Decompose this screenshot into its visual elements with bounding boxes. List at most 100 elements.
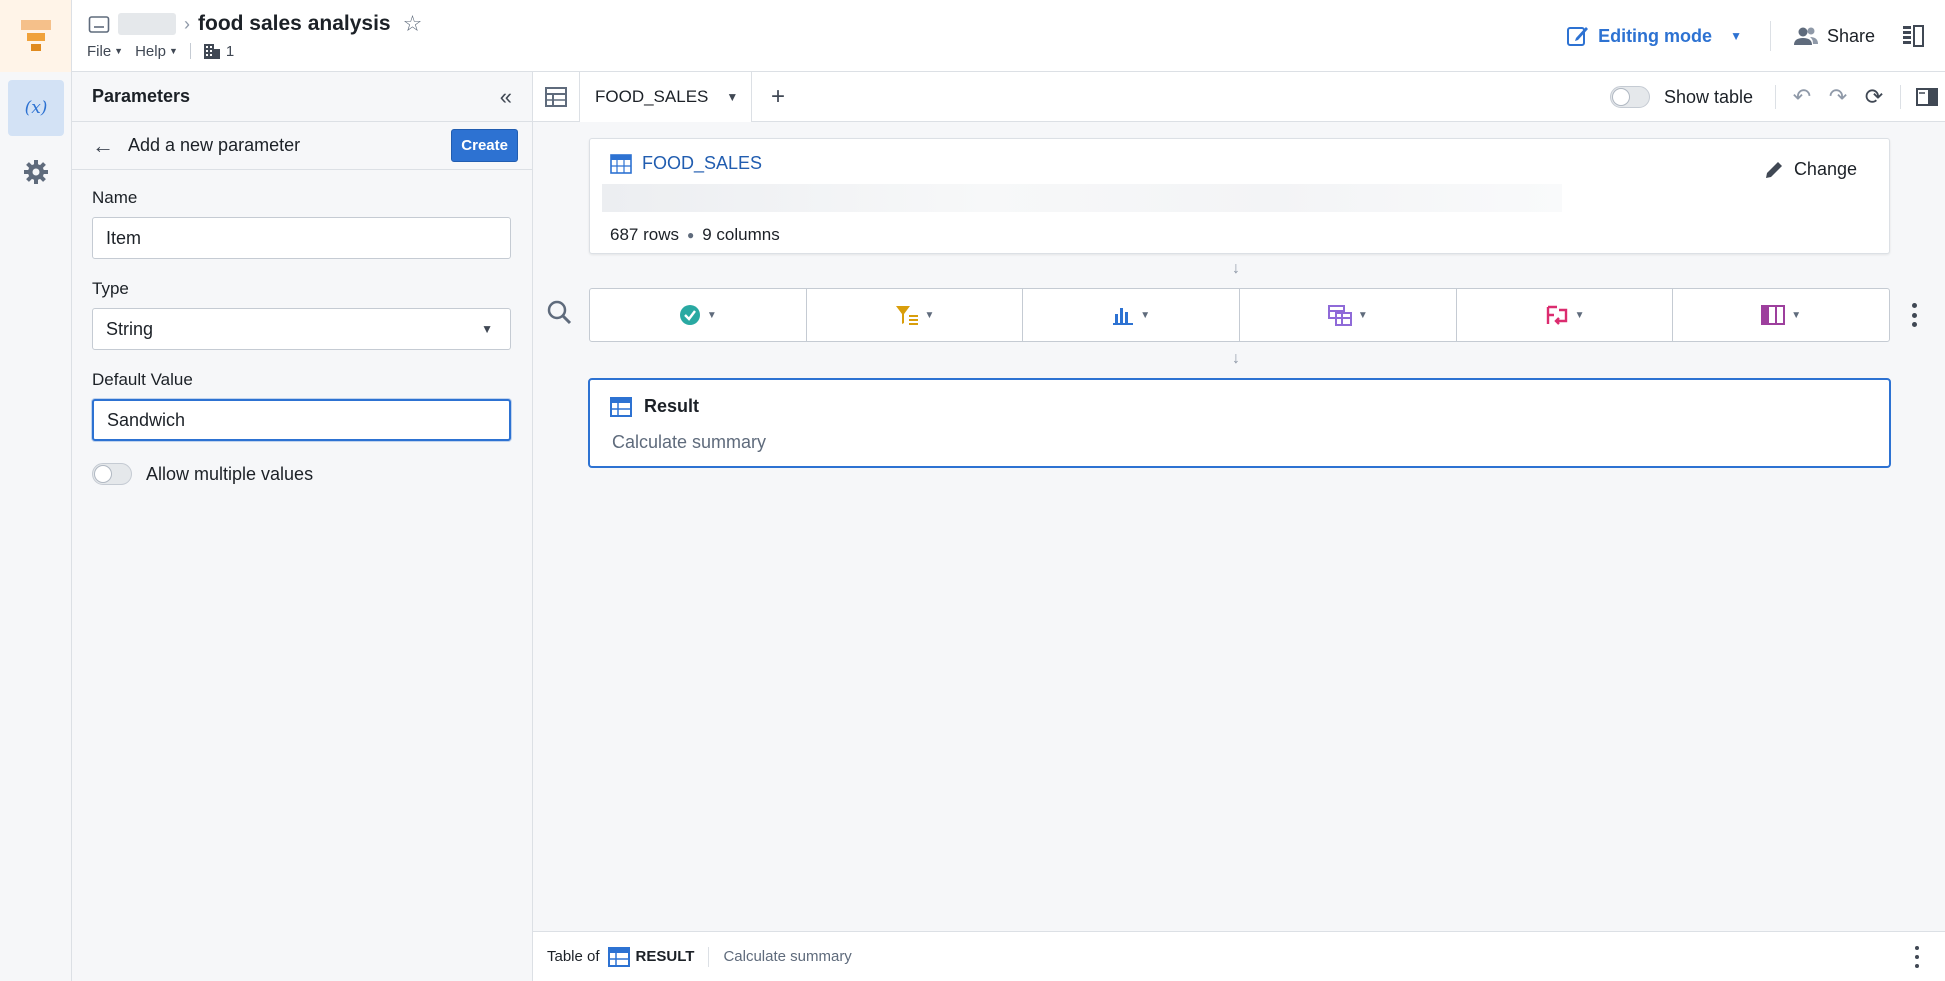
- left-nav-rail: (x): [0, 72, 72, 981]
- double-chevron-left-icon[interactable]: «: [500, 84, 512, 110]
- parameter-form: Name Item Type String ▼ Default Value Sa…: [72, 188, 532, 485]
- change-dataset-button[interactable]: Change: [1764, 159, 1857, 180]
- source-dataset-name: FOOD_SALES: [642, 153, 763, 173]
- caret-down-icon: ▼: [1730, 29, 1742, 43]
- result-table-icon: [607, 946, 630, 967]
- editing-mode-label: Editing mode: [1598, 25, 1713, 46]
- source-dataset-card[interactable]: FOOD_SALES 687 rows ● 9 columns Change: [589, 138, 1890, 254]
- arrow-down-icon: ↓: [1232, 260, 1240, 277]
- file-menu[interactable]: File ▼: [87, 43, 123, 60]
- caret-down-icon: ▼: [1140, 309, 1151, 321]
- name-input-value: Item: [106, 227, 142, 248]
- dataset-table-icon: [610, 153, 632, 174]
- header-actions: Editing mode ▼ Share: [1546, 0, 1945, 72]
- allow-multiple-toggle[interactable]: [92, 463, 132, 485]
- default-value-label: Default Value: [92, 370, 193, 389]
- validate-operation[interactable]: ▼: [590, 289, 807, 341]
- type-select-value: String: [106, 318, 154, 339]
- type-select[interactable]: String ▼: [92, 308, 511, 350]
- column-count: 9 columns: [702, 225, 780, 244]
- result-title: Result: [610, 396, 699, 417]
- arrow-left-icon[interactable]: ←: [92, 133, 114, 159]
- separator-dot: ●: [686, 228, 695, 242]
- search-icon[interactable]: [545, 298, 573, 326]
- allow-multiple-label: Allow multiple values: [146, 463, 314, 484]
- show-table-toggle[interactable]: [1609, 86, 1650, 108]
- project-folder-icon[interactable]: [88, 14, 110, 34]
- join-icon: [1546, 305, 1567, 325]
- help-menu[interactable]: Help ▼: [135, 43, 178, 60]
- columns-operation[interactable]: ▼: [1673, 289, 1889, 341]
- app-header: › food sales analysis ☆ File ▼ Help ▼ 1 …: [0, 0, 1945, 72]
- join-operation[interactable]: ▼: [1457, 289, 1674, 341]
- caret-down-icon: ▼: [1791, 309, 1802, 321]
- redacted-folder-name[interactable]: [118, 13, 176, 35]
- chart-operation[interactable]: ▼: [1023, 289, 1241, 341]
- redacted-dataset-path: [602, 184, 1562, 212]
- caret-down-icon: ▼: [114, 46, 124, 56]
- right-panel-icon[interactable]: [1909, 79, 1945, 115]
- result-subtitle: Calculate summary: [612, 432, 767, 452]
- caret-down-icon: ▼: [726, 90, 739, 104]
- parameters-title: Parameters: [92, 86, 191, 106]
- name-input[interactable]: Item: [92, 217, 511, 259]
- app-logo[interactable]: [0, 0, 72, 72]
- pencil-icon: [1765, 161, 1782, 178]
- dataset-stats: 687 rows ● 9 columns: [610, 225, 780, 245]
- arrow-down-icon: ↓: [1232, 350, 1240, 367]
- bottom-table-bar: Table of RESULT Calculate summary: [533, 931, 1945, 981]
- bar-chart-icon: [1113, 308, 1134, 325]
- caret-down-icon: ▼: [706, 309, 717, 321]
- star-icon[interactable]: ☆: [403, 11, 423, 37]
- filter-operation[interactable]: ▼: [807, 289, 1024, 341]
- share-button[interactable]: Share: [1779, 26, 1893, 47]
- caret-down-icon: ▼: [481, 322, 493, 336]
- new-parameter-heading: Add a new parameter: [128, 135, 301, 155]
- menu-bar: File ▼ Help ▼ 1: [87, 42, 234, 60]
- more-options-icon[interactable]: [1915, 946, 1919, 968]
- default-value-input-value: Sandwich: [107, 409, 186, 430]
- refresh-icon[interactable]: ⟳: [1856, 79, 1892, 115]
- toolbar-divider: [1775, 85, 1776, 109]
- tab-label: FOOD_SALES: [595, 87, 709, 106]
- building-icon: [203, 44, 220, 59]
- file-menu-label: File: [87, 42, 112, 60]
- tab-bar: FOOD_SALES ▼ + Show table ↶ ↷ ⟳: [533, 72, 1945, 122]
- caret-down-icon: ▼: [1574, 309, 1585, 321]
- side-panel-toggle[interactable]: [1893, 25, 1933, 47]
- parameters-nav-button[interactable]: (x): [8, 80, 64, 136]
- redo-icon[interactable]: ↷: [1820, 79, 1856, 115]
- bottom-result-selector[interactable]: RESULT: [607, 946, 694, 967]
- gear-icon[interactable]: [22, 158, 50, 186]
- result-title-text: Result: [644, 396, 700, 416]
- bottom-subtitle: Calculate summary: [723, 948, 852, 965]
- pivot-table-icon: [1327, 305, 1352, 326]
- result-card[interactable]: Result Calculate summary: [588, 378, 1891, 468]
- filter-icon: [895, 306, 918, 325]
- columns-icon: [1761, 305, 1786, 325]
- variable-icon: (x): [24, 98, 48, 118]
- default-value-input[interactable]: Sandwich: [92, 399, 511, 441]
- parameters-panel-header: Parameters «: [72, 72, 532, 122]
- change-label: Change: [1793, 159, 1857, 179]
- contour-logo-icon: [20, 20, 51, 51]
- document-title[interactable]: food sales analysis: [198, 12, 391, 36]
- pivot-operation[interactable]: ▼: [1240, 289, 1457, 341]
- allow-multiple-row: Allow multiple values: [92, 463, 512, 485]
- source-dataset-link[interactable]: FOOD_SALES: [610, 153, 762, 174]
- header-divider: [1769, 21, 1771, 51]
- table-icon: [545, 87, 567, 107]
- organization-indicator[interactable]: 1: [203, 42, 234, 60]
- table-view-button[interactable]: [533, 72, 580, 122]
- menu-divider: [189, 43, 191, 59]
- edit-icon: [1567, 27, 1589, 46]
- tab-food-sales[interactable]: FOOD_SALES ▼: [580, 72, 752, 122]
- table-of-label: Table of: [547, 948, 600, 965]
- editing-mode-dropdown[interactable]: Editing mode ▼: [1546, 24, 1762, 48]
- plus-icon[interactable]: +: [763, 82, 793, 112]
- show-table-control: Show table: [1609, 86, 1753, 108]
- undo-icon[interactable]: ↶: [1784, 79, 1820, 115]
- more-options-icon[interactable]: [1909, 300, 1919, 330]
- create-button[interactable]: Create: [451, 129, 518, 162]
- operations-toolbar: ▼ ▼ ▼ ▼ ▼ ▼: [589, 288, 1890, 342]
